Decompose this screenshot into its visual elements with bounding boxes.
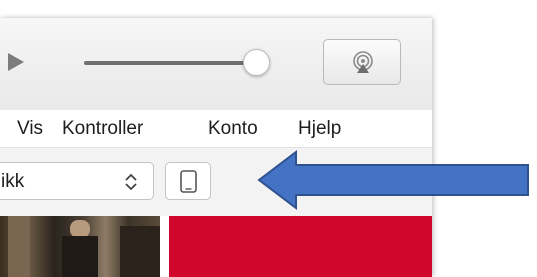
volume-slider-track: [84, 61, 269, 65]
menu-item-vis[interactable]: Vis: [17, 118, 43, 140]
menu-item-hjelp[interactable]: Hjelp: [298, 118, 341, 140]
album-thumbnail-red[interactable]: [169, 216, 432, 277]
menu-item-konto[interactable]: Konto: [208, 118, 258, 140]
itunes-window: Vis Kontroller Konto Hjelp ikk: [0, 18, 432, 277]
player-bar: [0, 18, 432, 111]
category-select-value: ikk: [1, 171, 25, 192]
volume-slider[interactable]: [84, 48, 290, 78]
content-area: [0, 216, 432, 277]
menu-bar: Vis Kontroller Konto Hjelp: [0, 110, 432, 147]
airplay-button[interactable]: [323, 39, 401, 85]
airplay-icon: [353, 51, 373, 73]
menu-item-kontroller[interactable]: Kontroller: [62, 118, 143, 140]
album-thumbnail[interactable]: [0, 216, 160, 277]
play-icon[interactable]: [8, 53, 24, 71]
volume-slider-thumb[interactable]: [243, 49, 270, 76]
device-button[interactable]: [165, 162, 211, 200]
chevron-updown-icon: [125, 173, 137, 191]
category-select[interactable]: ikk: [0, 162, 154, 200]
device-icon: [180, 170, 197, 193]
arrow-left-icon: [257, 150, 529, 210]
